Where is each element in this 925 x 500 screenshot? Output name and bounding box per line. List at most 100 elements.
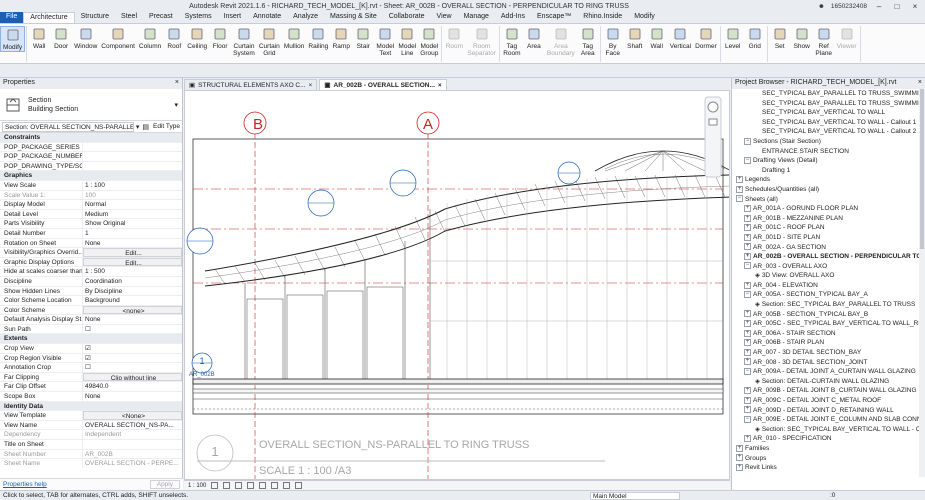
- expand-icon[interactable]: +: [744, 329, 751, 337]
- browser-item[interactable]: + AR_009C - DETAIL JOINT C_METAL ROOF: [732, 396, 920, 406]
- browser-item[interactable]: + Schedules/Quantities (all): [732, 185, 920, 195]
- tab-annotate[interactable]: Annotate: [247, 12, 287, 23]
- expand-icon[interactable]: +: [744, 320, 751, 328]
- browser-scrollbar[interactable]: [919, 89, 925, 477]
- ramp-button[interactable]: Ramp: [330, 26, 352, 50]
- property-button[interactable]: Clip without line: [83, 372, 182, 382]
- close-icon[interactable]: ×: [175, 79, 179, 88]
- close-icon[interactable]: ×: [438, 82, 442, 89]
- tab-rhino-inside[interactable]: Rhino.Inside: [577, 12, 628, 23]
- collapse-icon[interactable]: −: [744, 415, 751, 423]
- property-value[interactable]: None: [83, 392, 182, 401]
- tag-room-button[interactable]: Tag Room: [501, 26, 523, 57]
- view-scale-selector[interactable]: 1 : 100: [188, 483, 206, 489]
- browser-item[interactable]: + AR_001C - ROOF PLAN: [732, 223, 920, 233]
- cursor-button[interactable]: Modify: [0, 26, 26, 52]
- tab-insert[interactable]: Insert: [218, 12, 248, 23]
- property-value[interactable]: Show Original: [83, 219, 182, 228]
- browser-item[interactable]: + AR_001A - GORUND FLOOR PLAN: [732, 204, 920, 214]
- crop-region-icon[interactable]: [271, 482, 279, 489]
- tab-analyze[interactable]: Analyze: [287, 12, 324, 23]
- collapse-icon[interactable]: −: [736, 195, 743, 203]
- expand-icon[interactable]: +: [736, 454, 743, 462]
- reveal-hidden-icon[interactable]: [295, 482, 303, 489]
- sun-path-icon[interactable]: [235, 482, 243, 489]
- expand-icon[interactable]: +: [744, 243, 751, 251]
- property-value[interactable]: None: [83, 315, 182, 324]
- collapse-icon[interactable]: −: [744, 291, 751, 299]
- browser-item[interactable]: SEC_TYPICAL BAY_VERTICAL TO WALL: [732, 108, 920, 118]
- expand-icon[interactable]: +: [744, 224, 751, 232]
- tab-structure[interactable]: Structure: [75, 12, 115, 23]
- by-face-button[interactable]: By Face: [602, 26, 624, 57]
- column-button[interactable]: Column: [137, 26, 163, 50]
- opening-wall-button[interactable]: Wall: [646, 26, 668, 50]
- browser-item[interactable]: + AR_008 - 3D DETAIL SECTION_JOINT: [732, 358, 920, 368]
- property-value[interactable]: [83, 143, 182, 152]
- expand-icon[interactable]: +: [744, 214, 751, 222]
- property-category[interactable]: Extents: [0, 334, 182, 345]
- tab-systems[interactable]: Systems: [179, 12, 218, 23]
- expand-icon[interactable]: +: [744, 358, 751, 366]
- property-value[interactable]: ☐: [83, 363, 182, 372]
- scrollbar-thumb[interactable]: [920, 89, 924, 249]
- browser-item[interactable]: + Families: [732, 444, 920, 454]
- property-value[interactable]: None: [83, 239, 182, 248]
- tab-view[interactable]: View: [431, 12, 458, 23]
- grid-bubble-a[interactable]: A: [416, 116, 440, 133]
- tab-enscape[interactable]: Enscape™: [531, 12, 577, 23]
- door-button[interactable]: Door: [50, 26, 72, 50]
- shadows-icon[interactable]: [247, 482, 255, 489]
- browser-item[interactable]: − Sheets (all): [732, 195, 920, 205]
- grid-button[interactable]: Grid: [744, 26, 766, 50]
- user-name[interactable]: 1650232408: [831, 3, 867, 10]
- expand-icon[interactable]: +: [744, 435, 751, 443]
- browser-item[interactable]: ◈ Section: DETAIL-CURTAIN WALL GLAZING: [732, 377, 920, 387]
- instance-selector[interactable]: Section: OVERALL SECTION_NS-PARALLEL TO: [2, 121, 134, 132]
- show-button[interactable]: Show: [791, 26, 813, 50]
- browser-item[interactable]: + AR_010 - SPECIFICATION: [732, 434, 920, 444]
- browser-item[interactable]: ◈ Section: SEC_TYPICAL BAY_PARALLEL TO T…: [732, 300, 920, 310]
- browser-item[interactable]: + AR_007 - 3D DETAIL SECTION_BAY: [732, 348, 920, 358]
- collapse-icon[interactable]: −: [744, 262, 751, 270]
- mullion-button[interactable]: Mullion: [282, 26, 307, 50]
- tab-manage[interactable]: Manage: [458, 12, 495, 23]
- expand-icon[interactable]: +: [744, 233, 751, 241]
- expand-icon[interactable]: +: [744, 339, 751, 347]
- curtain-system-button[interactable]: Curtain System: [231, 26, 257, 57]
- browser-item[interactable]: − AR_009A - DETAIL JOINT A_CURTAIN WALL G…: [732, 367, 920, 377]
- property-value[interactable]: Medium: [83, 210, 182, 219]
- room-button[interactable]: Room: [443, 26, 465, 50]
- property-value[interactable]: ☐: [83, 325, 182, 334]
- expand-icon[interactable]: +: [736, 176, 743, 184]
- property-button[interactable]: <None>: [83, 411, 182, 420]
- roof-button[interactable]: Roof: [163, 26, 185, 50]
- browser-item[interactable]: ENTRANCE STAIR SECTION: [732, 147, 920, 157]
- set-button[interactable]: Set: [769, 26, 791, 50]
- property-category[interactable]: Graphics: [0, 171, 182, 181]
- browser-item[interactable]: Drafting 1: [732, 166, 920, 176]
- expand-icon[interactable]: +: [744, 281, 751, 289]
- browser-item[interactable]: + Revit Links: [732, 463, 920, 473]
- property-value[interactable]: 1 : 100: [83, 181, 182, 190]
- property-value[interactable]: Coordination: [83, 277, 182, 286]
- curtain-grid-button[interactable]: Curtain Grid: [257, 26, 282, 57]
- browser-item[interactable]: − AR_005A - SECTION_TYPICAL BAY_A: [732, 290, 920, 300]
- property-value[interactable]: ☑: [83, 354, 182, 363]
- area-boundary-button[interactable]: Area Boundary: [545, 26, 577, 57]
- browser-item[interactable]: + AR_002B - OVERALL SECTION - PERPENDICUL…: [732, 252, 920, 262]
- temporary-hide-icon[interactable]: [283, 482, 291, 489]
- browser-item[interactable]: SEC_TYPICAL BAY_VERTICAL TO WALL - Callo…: [732, 118, 920, 128]
- railing-button[interactable]: Railing: [306, 26, 330, 50]
- collapse-icon[interactable]: −: [744, 156, 751, 164]
- tab-add-ins[interactable]: Add-Ins: [495, 12, 531, 23]
- property-button[interactable]: <none>: [83, 305, 182, 315]
- browser-item[interactable]: + AR_006B - STAIR PLAN: [732, 338, 920, 348]
- property-value[interactable]: [83, 152, 182, 161]
- ceiling-button[interactable]: Ceiling: [185, 26, 209, 50]
- model-text-button[interactable]: Model Text: [374, 26, 396, 57]
- room-separator-button[interactable]: Room Separator: [465, 26, 498, 57]
- drawing-canvas[interactable]: B A 1 AR_002B 1 OVERALL SECTION_NS-PARAL…: [184, 90, 730, 480]
- property-value[interactable]: ☑: [83, 344, 182, 353]
- browser-item[interactable]: SEC_TYPICAL BAY_PARALLEL TO TRUSS_SWIMMI…: [732, 89, 920, 99]
